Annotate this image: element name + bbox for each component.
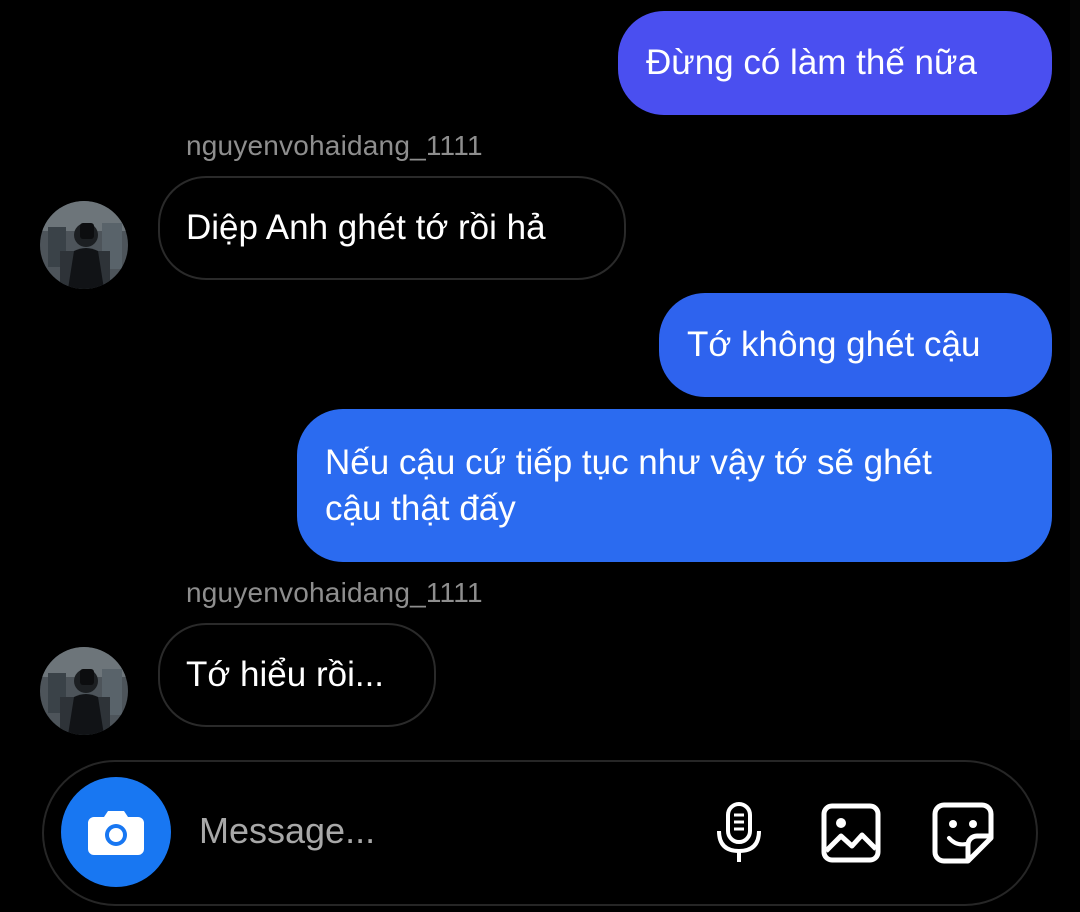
sent-message-bubble[interactable]: Tớ không ghét cậu bbox=[659, 293, 1052, 397]
sticker-icon bbox=[932, 802, 994, 864]
camera-icon bbox=[88, 811, 144, 855]
message-text: Tớ hiểu rồi... bbox=[186, 655, 385, 694]
sender-username: nguyenvohaidang_1111 bbox=[186, 130, 483, 161]
message-text: Tớ không ghét cậu bbox=[687, 325, 981, 364]
microphone-icon bbox=[717, 802, 761, 862]
camera-button[interactable] bbox=[61, 777, 171, 887]
gallery-button[interactable] bbox=[818, 800, 884, 866]
message-text-line: Nếu cậu cứ tiếp tục như vậy tớ sẽ ghét bbox=[325, 442, 932, 482]
sender-username: nguyenvohaidang_1111 bbox=[186, 577, 483, 608]
sent-message-bubble[interactable]: Đừng có làm thế nữa bbox=[618, 11, 1052, 115]
sender-avatar[interactable] bbox=[40, 201, 128, 289]
received-message-bubble[interactable]: Tớ hiểu rồi... bbox=[158, 623, 436, 727]
message-composer bbox=[42, 760, 1038, 906]
message-text: Diệp Anh ghét tớ rồi hả bbox=[186, 208, 546, 247]
microphone-button[interactable] bbox=[706, 800, 772, 866]
sent-message-bubble[interactable]: Nếu cậu cứ tiếp tục như vậy tớ sẽ ghét c… bbox=[297, 409, 1052, 562]
sticker-button[interactable] bbox=[930, 800, 996, 866]
received-message-bubble[interactable]: Diệp Anh ghét tớ rồi hả bbox=[158, 176, 626, 280]
message-thread: Đừng có làm thế nữa nguyenvohaidang_1111… bbox=[0, 0, 1080, 750]
gallery-icon bbox=[821, 803, 881, 863]
message-input[interactable] bbox=[199, 798, 679, 864]
scroll-track bbox=[1070, 0, 1080, 740]
sender-avatar[interactable] bbox=[40, 647, 128, 735]
message-text-line: cậu thật đấy bbox=[325, 488, 516, 528]
message-text: Đừng có làm thế nữa bbox=[646, 43, 977, 82]
